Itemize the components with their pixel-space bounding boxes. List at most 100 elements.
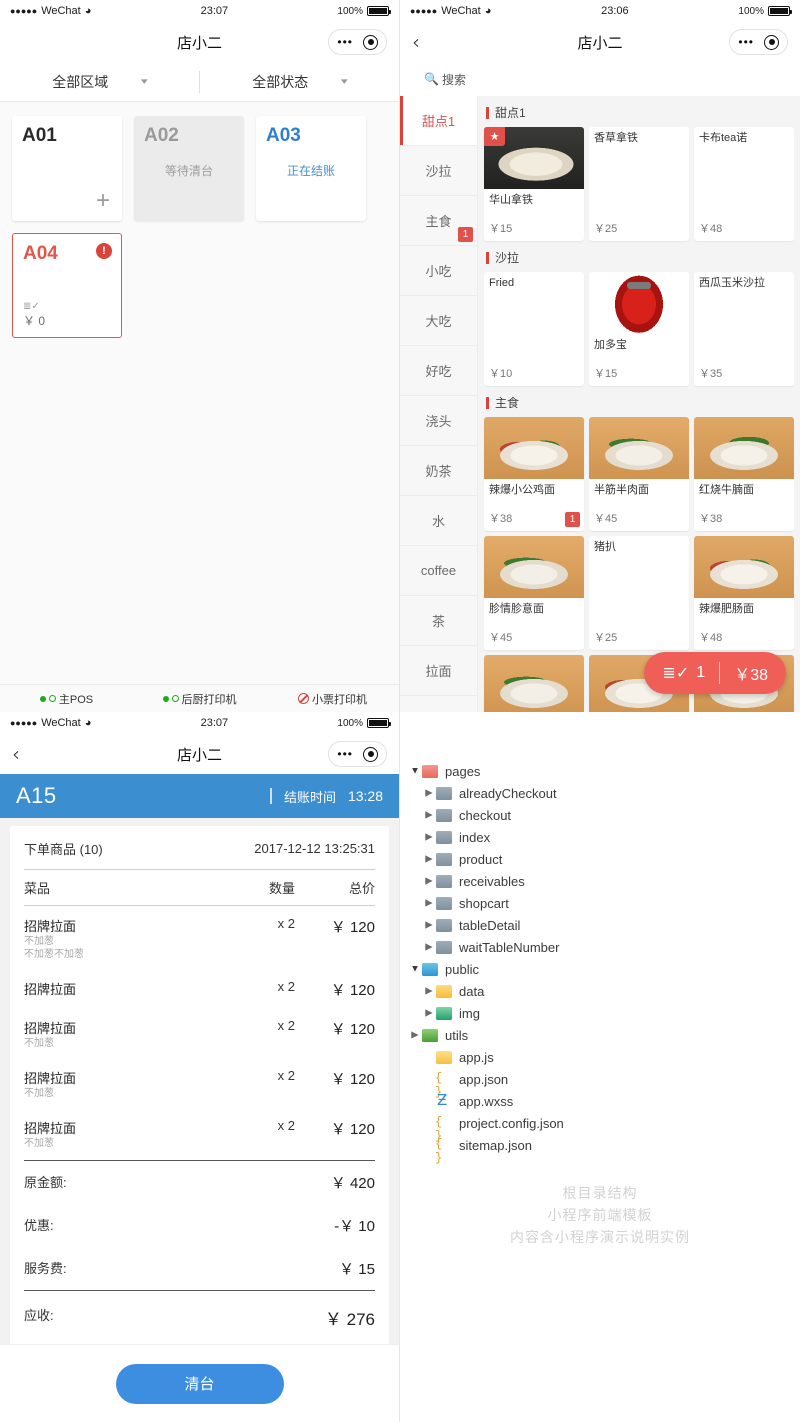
tree-node-index[interactable]: ▶ index	[400, 826, 800, 848]
goods-card[interactable]: 加多宝 ￥15	[589, 272, 689, 386]
table-card-a04[interactable]: A04 ! ≣✓ ￥ 0	[12, 233, 122, 338]
goods-name: 加多宝	[594, 339, 627, 351]
summary-row-original: 原金额: ￥ 420	[24, 1161, 375, 1204]
status-ring-icon	[48, 695, 56, 702]
filter-area-select[interactable]: 全部区域 ▾	[0, 72, 199, 92]
tree-node-waittablenumber[interactable]: ▶ waitTableNumber	[400, 936, 800, 958]
tree-node-checkout[interactable]: ▶ checkout	[400, 804, 800, 826]
chevron-down-icon[interactable]: ▼	[407, 964, 424, 974]
goods-card[interactable]	[484, 655, 584, 712]
chevron-right-icon[interactable]: ▶	[421, 986, 438, 996]
chevron-right-icon[interactable]: ▶	[407, 1030, 424, 1040]
goods-card[interactable]: 胗情胗意面 ￥45	[484, 536, 584, 650]
tree-node-product[interactable]: ▶ product	[400, 848, 800, 870]
goods-card[interactable]: 卡布tea诺 ￥48	[694, 127, 794, 241]
close-target-icon[interactable]	[764, 34, 779, 50]
goods-card[interactable]: 辣爆肥肠面 ￥48	[694, 536, 794, 650]
tree-node-public[interactable]: ▼ public	[400, 958, 800, 980]
cart-floating-button[interactable]: ≣✓ 1 ￥38	[644, 652, 786, 694]
back-icon[interactable]: ‹	[12, 744, 38, 764]
category-item-ramen[interactable]: 拉面	[400, 646, 477, 696]
goods-card[interactable]: 辣爆小公鸡面 ￥38 1	[484, 417, 584, 531]
tree-node-sitemap-json[interactable]: sitemap.json	[400, 1134, 800, 1165]
close-target-icon[interactable]	[363, 746, 378, 762]
section-title: 主食	[495, 396, 520, 410]
chevron-right-icon[interactable]: ▶	[421, 898, 438, 908]
more-icon[interactable]: •••	[337, 35, 353, 49]
goods-card[interactable]: 香草拿铁 ￥25	[589, 127, 689, 241]
tree-node-tabledetail[interactable]: ▶ tableDetail	[400, 914, 800, 936]
chevron-right-icon[interactable]: ▶	[421, 810, 438, 820]
table-amount-block: ≣✓ ￥ 0	[23, 302, 45, 329]
tree-node-project-config-json[interactable]: project.config.json	[400, 1112, 800, 1143]
more-icon[interactable]: •••	[738, 35, 754, 49]
tree-node-alreadycheckout[interactable]: ▶ alreadyCheckout	[400, 782, 800, 804]
tree-node-app-js[interactable]: app.js	[400, 1046, 800, 1068]
tree-node-pages[interactable]: ▼ pages	[400, 760, 800, 782]
table-amount: ￥ 0	[23, 314, 46, 328]
chevron-right-icon[interactable]: ▶	[421, 788, 438, 798]
wechat-capsule[interactable]: •••	[328, 29, 387, 55]
category-item-topping[interactable]: 浇头	[400, 396, 477, 446]
summary-label: 应收:	[24, 1308, 54, 1323]
goods-card[interactable]: 猪扒 ￥25	[589, 536, 689, 650]
summary-label: 优惠:	[24, 1218, 54, 1233]
folder-icon	[422, 764, 438, 778]
battery-icon	[768, 6, 792, 16]
order-checkout-time-block: 结账时间 13:28	[269, 787, 383, 806]
goods-card[interactable]: Fried ￥10	[484, 272, 584, 386]
tree-node-receivables[interactable]: ▶ receivables	[400, 870, 800, 892]
tree-node-label: index	[459, 829, 491, 845]
tree-node-shopcart[interactable]: ▶ shopcart	[400, 892, 800, 914]
goods-name: 半筋半肉面	[594, 484, 649, 496]
chevron-right-icon[interactable]: ▶	[421, 920, 438, 930]
filter-status-select[interactable]: 全部状态 ▾	[200, 72, 399, 92]
category-item-milktea[interactable]: 奶茶	[400, 446, 477, 496]
goods-card[interactable]: ★ 华山拿铁 ￥15	[484, 127, 584, 241]
back-icon[interactable]: ‹	[412, 32, 438, 52]
category-item-staple[interactable]: 主食 1	[400, 196, 477, 246]
category-item-water[interactable]: 水	[400, 496, 477, 546]
category-item-salad[interactable]: 沙拉	[400, 146, 477, 196]
search-button[interactable]: 🔍 搜索	[400, 62, 490, 96]
wechat-capsule[interactable]: •••	[328, 741, 387, 767]
folder-icon	[436, 874, 452, 888]
table-status-label: 等待清台	[164, 164, 213, 178]
nav-bar: ‹ 店小二 •••	[400, 22, 800, 62]
category-item-coffee[interactable]: coffee	[400, 546, 477, 596]
more-icon[interactable]: •••	[337, 747, 353, 761]
chevron-right-icon[interactable]: ▶	[421, 854, 438, 864]
chevron-right-icon[interactable]: ▶	[421, 942, 438, 952]
tree-node-app-json[interactable]: app.json	[400, 1068, 800, 1099]
category-item-bigeats[interactable]: 大吃	[400, 296, 477, 346]
category-item-snacks[interactable]: 小吃	[400, 246, 477, 296]
wechat-capsule[interactable]: •••	[729, 29, 788, 55]
tree-node-label: receivables	[459, 873, 525, 889]
chevron-down-icon[interactable]: ▼	[407, 766, 424, 776]
goods-card[interactable]: 半筋半肉面 ￥45	[589, 417, 689, 531]
table-card-a02[interactable]: A02 等待清台	[134, 116, 244, 221]
table-card-a01[interactable]: A01 +	[12, 116, 122, 221]
goods-card[interactable]: 西瓜玉米沙拉 ￥35	[694, 272, 794, 386]
category-label: 小吃	[425, 264, 452, 279]
tree-node-utils[interactable]: ▶ utils	[400, 1024, 800, 1046]
clear-table-button[interactable]: 清台	[115, 1363, 284, 1404]
divider	[719, 662, 721, 684]
table-card-a03[interactable]: A03 正在结账	[256, 116, 366, 221]
tree-node-data[interactable]: ▶ data	[400, 980, 800, 1002]
tree-node-img[interactable]: ▶ img	[400, 1002, 800, 1024]
goods-scroll-area[interactable]: 甜点1 ★ 华山拿铁 ￥15 香草拿铁 ￥25 卡布tea诺 ￥48 沙拉 Fr…	[478, 96, 800, 712]
category-item-tasty[interactable]: 好吃	[400, 346, 477, 396]
close-target-icon[interactable]	[363, 34, 378, 50]
chevron-right-icon[interactable]: ▶	[421, 832, 438, 842]
category-item-desserts[interactable]: 甜点1	[400, 96, 477, 146]
category-item-tea[interactable]: 茶	[400, 596, 477, 646]
file-tree-panel: ▼ pages ▶ alreadyCheckout ▶ checkout ▶ i…	[400, 712, 800, 1422]
tree-node-app-wxss[interactable]: app.wxss	[400, 1090, 800, 1112]
chevron-right-icon[interactable]: ▶	[421, 1008, 438, 1018]
goods-card[interactable]: 红烧牛腩面 ￥38	[694, 417, 794, 531]
chevron-right-icon[interactable]: ▶	[421, 876, 438, 886]
plus-icon[interactable]: +	[96, 189, 110, 213]
order-table-header: 菜品 数量 总价	[24, 869, 375, 906]
category-label: 沙拉	[425, 164, 452, 179]
